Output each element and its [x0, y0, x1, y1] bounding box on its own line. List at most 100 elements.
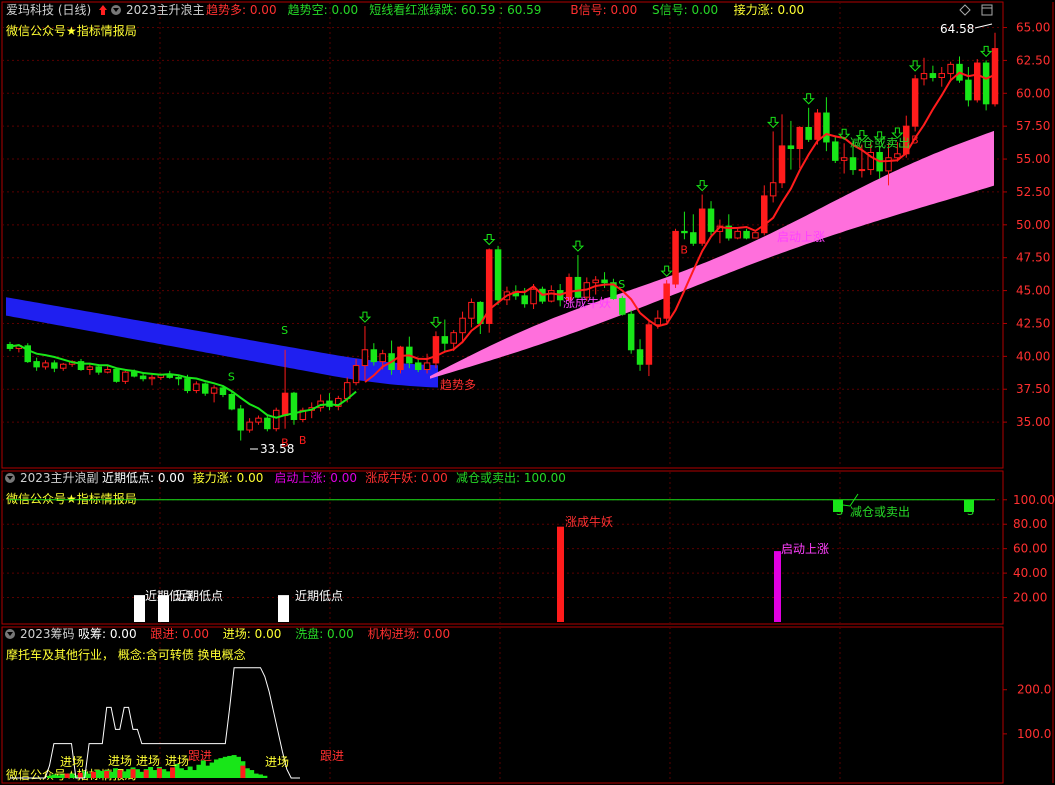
chip-green-bar	[99, 770, 105, 778]
candle-body	[414, 362, 422, 371]
diamond-icon[interactable]	[959, 4, 971, 16]
header-item-3: B信号: 0.00	[570, 3, 637, 17]
candle	[769, 131, 777, 203]
candle-body	[965, 79, 972, 101]
signal-down-arrow-icon	[429, 316, 443, 329]
chip-indicator-name[interactable]: 2023筹码	[20, 627, 75, 641]
header-item-1: 趋势空: 0.00	[288, 3, 359, 17]
chip-green-bar	[139, 771, 145, 778]
header-item-0: 趋势多: 0.00	[206, 3, 277, 17]
signal-letter-3: B	[299, 434, 307, 447]
candle	[778, 114, 786, 188]
candle	[911, 74, 919, 132]
s-label-sub-2: S	[967, 505, 974, 518]
candle	[707, 201, 715, 236]
candle	[113, 368, 120, 383]
recent-low-bar	[134, 595, 145, 622]
candle	[734, 228, 741, 240]
candle-body	[352, 365, 360, 384]
signal-letter-4: S	[618, 278, 625, 291]
candle	[929, 65, 937, 82]
candle-body	[193, 383, 200, 392]
candle-body	[690, 232, 697, 244]
recent-low-bar	[278, 595, 289, 622]
candle-body	[264, 417, 271, 430]
main-indicator-name[interactable]: 2023主升浪主	[126, 2, 205, 17]
candle	[823, 97, 830, 152]
follow-label-2: 跟进	[320, 749, 344, 763]
candle-body	[228, 393, 236, 410]
candle	[290, 391, 298, 425]
chip-red-bar	[77, 772, 83, 778]
candle	[33, 357, 40, 371]
header-item-1: 接力涨: 0.00	[193, 470, 264, 485]
candle-body	[601, 279, 608, 284]
candle	[920, 57, 928, 86]
candle-body	[201, 383, 209, 394]
candle-body	[627, 313, 635, 351]
launch-bar	[774, 551, 781, 622]
chip-green-bar	[196, 764, 202, 778]
candle-body	[530, 288, 537, 305]
bull-bar	[557, 526, 564, 622]
candle-body	[636, 349, 644, 365]
candle	[494, 245, 502, 306]
candle-body	[459, 317, 466, 334]
chip-green-bar	[214, 759, 220, 778]
signal-letter-1: S	[281, 324, 288, 337]
signal-letter-6: B	[911, 133, 919, 146]
bull-label-sub: 涨成牛妖	[565, 514, 613, 529]
candlestick-series	[6, 32, 999, 441]
candle	[441, 319, 449, 353]
candle	[681, 211, 688, 240]
candle	[317, 394, 324, 412]
candle-body	[938, 73, 946, 79]
chip-green-bar	[244, 768, 250, 778]
tick-label-main: 57.50	[1016, 119, 1050, 133]
red-trend-line	[364, 71, 996, 383]
signal-down-arrow-icon	[695, 180, 709, 192]
candle	[24, 343, 31, 363]
candle	[698, 194, 706, 246]
panel-frame-0	[1, 1, 1004, 469]
tick-label-sub: 60.00	[1013, 542, 1047, 556]
candle	[636, 339, 644, 371]
main-y-axis: 35.00 37.50 40.00 42.50 45.00 47.50 50.00 52.50…	[1003, 21, 1050, 429]
chip-red-bar	[156, 768, 162, 778]
enter-label-2: 进场	[108, 754, 132, 768]
candle-body	[769, 182, 777, 197]
tick-label-sub: 40.00	[1013, 566, 1047, 580]
candle	[982, 60, 990, 111]
candle-body	[290, 392, 298, 420]
candle-body	[272, 409, 280, 430]
candle-body	[663, 283, 670, 319]
launch-label-sub: 启动上涨	[781, 541, 829, 556]
candle	[264, 415, 271, 432]
chip-green-bar	[47, 775, 53, 778]
candle-body	[885, 157, 892, 172]
candle-body	[929, 73, 937, 79]
candle-body	[432, 336, 440, 364]
candle	[432, 331, 440, 369]
candle	[672, 228, 679, 288]
candle-body	[59, 363, 67, 369]
candle-body	[51, 362, 58, 369]
candle-body	[104, 369, 111, 373]
chip-green-bar	[121, 771, 127, 778]
header-item-5: 接力涨: 0.00	[734, 2, 805, 17]
chip-green-bar	[178, 768, 184, 778]
tick-label-main: 45.00	[1016, 284, 1050, 298]
grid-lines	[2, 2, 1003, 783]
chip-green-bar	[161, 769, 167, 778]
candle-body	[805, 126, 812, 140]
chip-red-bar	[90, 771, 96, 778]
candle-body	[175, 376, 182, 380]
chip-subtitle: 摩托车及其他行业， 概念:含可转债 换电概念	[6, 647, 246, 662]
chip-red-bar	[64, 773, 70, 778]
tick-label-chip: 200.0	[1017, 683, 1051, 697]
sub-indicator-name[interactable]: 2023主升浪副	[20, 470, 99, 485]
chip-green-bar	[112, 768, 118, 778]
candle-body	[246, 421, 253, 431]
candle-body	[849, 157, 857, 171]
window-icon[interactable]	[981, 4, 993, 16]
